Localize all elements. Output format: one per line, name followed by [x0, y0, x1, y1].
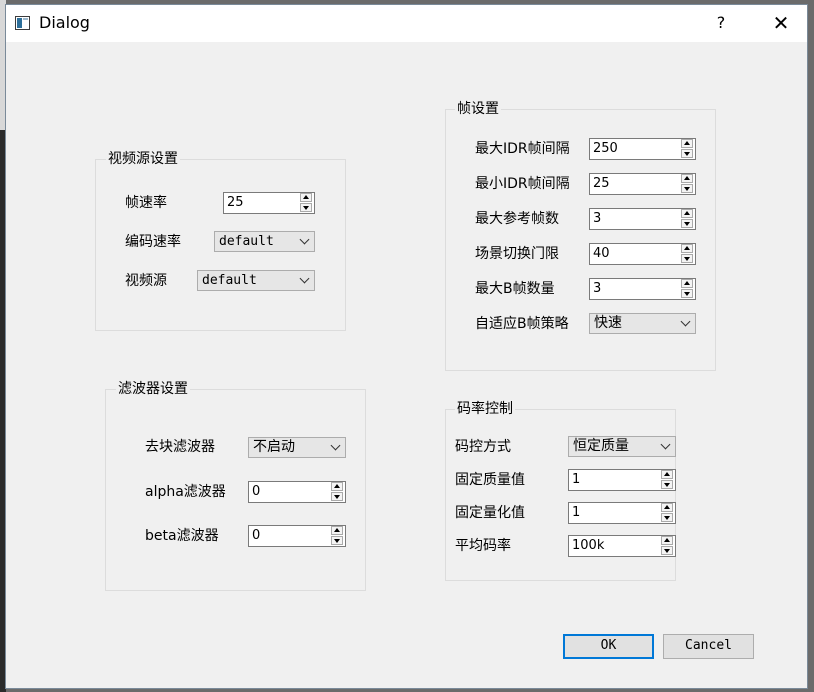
video-source-label: 视频源: [125, 273, 167, 289]
title-bar: Dialog ? ✕: [6, 5, 807, 42]
spin-up-icon[interactable]: [300, 193, 312, 202]
spin-up-icon[interactable]: [681, 139, 693, 148]
fixed-quant-value: 1: [572, 505, 581, 520]
adaptive-b-value: 快速: [594, 315, 622, 331]
scene-cut-spinbox[interactable]: 40: [589, 243, 696, 265]
rate-control-group-title: 码率控制: [455, 401, 515, 417]
chevron-down-icon: [299, 273, 310, 284]
video-source-group-title: 视频源设置: [106, 151, 180, 167]
spin-up-icon[interactable]: [331, 482, 343, 491]
max-ref-spinbox[interactable]: 3: [589, 208, 696, 230]
spin-down-icon[interactable]: [331, 492, 343, 501]
spin-down-icon[interactable]: [681, 289, 693, 298]
close-button[interactable]: ✕: [758, 5, 804, 42]
spin-up-icon[interactable]: [331, 526, 343, 535]
frame-rate-value: 25: [227, 195, 244, 210]
deblock-label: 去块滤波器: [145, 439, 215, 455]
encode-rate-label: 编码速率: [125, 234, 181, 250]
fixed-quality-value: 1: [572, 472, 581, 487]
spin-up-icon[interactable]: [681, 279, 693, 288]
spin-down-icon[interactable]: [681, 219, 693, 228]
scene-cut-value: 40: [593, 246, 610, 261]
avg-bitrate-spinbox[interactable]: 100k: [568, 535, 676, 557]
fixed-quant-label: 固定量化值: [455, 505, 525, 521]
beta-label: beta滤波器: [145, 528, 219, 544]
rc-mode-combobox[interactable]: 恒定质量: [568, 436, 676, 457]
cancel-button[interactable]: Cancel: [663, 634, 754, 659]
deblock-combobox[interactable]: 不启动: [248, 437, 346, 458]
fixed-quant-spinbox[interactable]: 1: [568, 502, 676, 524]
encode-rate-combobox[interactable]: default: [214, 231, 315, 252]
chevron-down-icon: [330, 440, 341, 451]
max-b-spinbox[interactable]: 3: [589, 278, 696, 300]
spin-up-icon[interactable]: [681, 244, 693, 253]
max-ref-label: 最大参考帧数: [475, 211, 559, 227]
spin-down-icon[interactable]: [681, 149, 693, 158]
spin-up-icon[interactable]: [681, 174, 693, 183]
max-ref-value: 3: [593, 211, 602, 226]
dialog-window: Dialog ? ✕ 视频源设置 帧速率 25 编码速率 default 视频源…: [5, 4, 808, 689]
spin-up-icon[interactable]: [661, 503, 673, 512]
beta-value: 0: [252, 528, 261, 543]
rc-mode-label: 码控方式: [455, 439, 511, 455]
spin-down-icon[interactable]: [661, 480, 673, 489]
spin-down-icon[interactable]: [661, 513, 673, 522]
alpha-value: 0: [252, 484, 261, 499]
spin-up-icon[interactable]: [661, 536, 673, 545]
fixed-quality-spinbox[interactable]: 1: [568, 469, 676, 491]
max-idr-value: 250: [593, 141, 618, 156]
min-idr-value: 25: [593, 176, 610, 191]
window-title: Dialog: [39, 13, 90, 32]
scene-cut-label: 场景切换门限: [475, 246, 559, 262]
app-icon: [15, 16, 30, 30]
min-idr-label: 最小IDR帧间隔: [475, 176, 570, 192]
frame-rate-label: 帧速率: [125, 195, 167, 211]
rc-mode-value: 恒定质量: [573, 438, 629, 454]
filter-group-title: 滤波器设置: [116, 381, 190, 397]
max-b-label: 最大B帧数量: [475, 281, 555, 297]
ok-button[interactable]: OK: [563, 634, 654, 659]
beta-spinbox[interactable]: 0: [248, 525, 346, 547]
max-b-value: 3: [593, 281, 602, 296]
spin-down-icon[interactable]: [681, 184, 693, 193]
video-source-combobox[interactable]: default: [197, 270, 315, 291]
help-button[interactable]: ?: [704, 5, 738, 42]
alpha-label: alpha滤波器: [145, 484, 226, 500]
frame-rate-spinbox[interactable]: 25: [223, 192, 315, 214]
avg-bitrate-value: 100k: [572, 538, 605, 553]
max-idr-label: 最大IDR帧间隔: [475, 141, 570, 157]
chevron-down-icon: [660, 439, 671, 450]
adaptive-b-combobox[interactable]: 快速: [589, 313, 696, 334]
encode-rate-value: default: [219, 234, 274, 249]
adaptive-b-label: 自适应B帧策略: [475, 316, 569, 332]
spin-down-icon[interactable]: [681, 254, 693, 263]
chevron-down-icon: [299, 234, 310, 245]
spin-up-icon[interactable]: [661, 470, 673, 479]
frame-settings-group-title: 帧设置: [455, 101, 501, 117]
spin-down-icon[interactable]: [331, 536, 343, 545]
spin-down-icon[interactable]: [300, 203, 312, 212]
alpha-spinbox[interactable]: 0: [248, 481, 346, 503]
spin-down-icon[interactable]: [661, 546, 673, 555]
spin-up-icon[interactable]: [681, 209, 693, 218]
fixed-quality-label: 固定质量值: [455, 472, 525, 488]
video-source-value: default: [202, 273, 257, 288]
avg-bitrate-label: 平均码率: [455, 538, 511, 554]
min-idr-spinbox[interactable]: 25: [589, 173, 696, 195]
max-idr-spinbox[interactable]: 250: [589, 138, 696, 160]
deblock-value: 不启动: [253, 439, 295, 455]
chevron-down-icon: [680, 316, 691, 327]
